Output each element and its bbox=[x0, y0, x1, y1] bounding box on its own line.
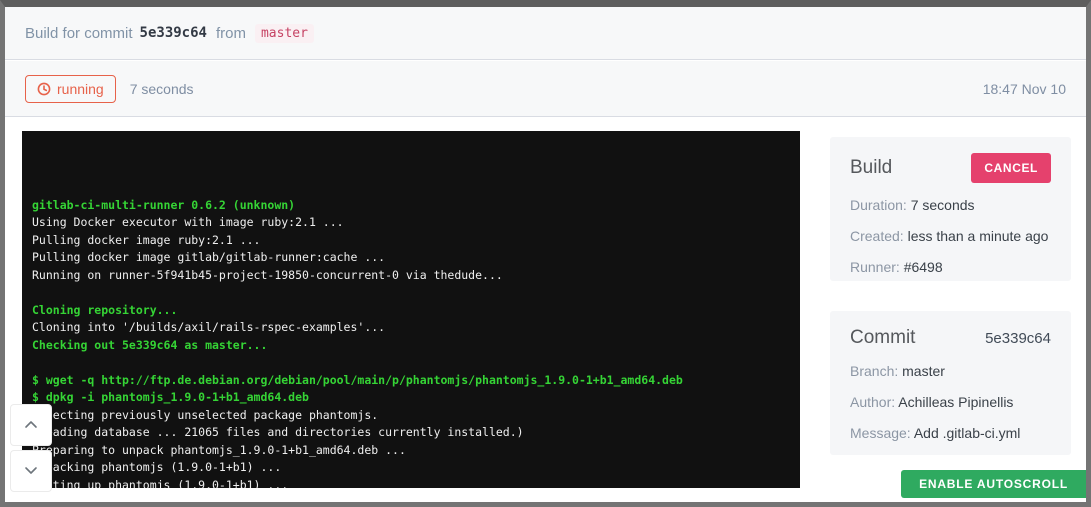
header-branch-link[interactable]: master bbox=[255, 24, 314, 43]
log-line: Unpacking phantomjs (1.9.0-1+b1) ... bbox=[32, 459, 790, 477]
build-page-window: Build for commit 5e339c64 from master ru… bbox=[0, 0, 1091, 507]
log-line: Cloning repository... bbox=[32, 302, 790, 320]
header-commit-sha-link[interactable]: 5e339c64 bbox=[140, 25, 207, 41]
status-bar: running 7 seconds 18:47 Nov 10 bbox=[5, 61, 1086, 117]
build-panel-title: Build bbox=[850, 157, 892, 179]
build-duration-row: Duration: 7 seconds bbox=[850, 196, 1051, 215]
status-duration: 7 seconds bbox=[130, 81, 194, 97]
cancel-build-button[interactable]: CANCEL bbox=[971, 153, 1051, 183]
log-line: Using Docker executor with image ruby:2.… bbox=[32, 214, 790, 232]
build-title-prefix: Build for commit bbox=[25, 25, 133, 42]
build-header: Build for commit 5e339c64 from master bbox=[5, 7, 1086, 60]
log-line: Running on runner-5f941b45-project-19850… bbox=[32, 267, 790, 285]
status-badge: running bbox=[25, 75, 116, 103]
commit-branch-row: Branch: master bbox=[850, 362, 1051, 381]
log-line: Preparing to unpack phantomjs_1.9.0-1+b1… bbox=[32, 442, 790, 460]
commit-sha-link[interactable]: 5e339c64 bbox=[985, 330, 1051, 347]
build-created-row: Created: less than a minute ago bbox=[850, 227, 1051, 246]
log-line: Checking out 5e339c64 as master... bbox=[32, 337, 790, 355]
build-runner-row: Runner: #6498 bbox=[850, 258, 1051, 277]
commit-message-row: Message: Add .gitlab-ci.yml bbox=[850, 424, 1051, 443]
log-line: Pulling docker image gitlab/gitlab-runne… bbox=[32, 249, 790, 267]
status-timestamp: 18:47 Nov 10 bbox=[983, 81, 1066, 97]
enable-autoscroll-button[interactable]: ENABLE AUTOSCROLL bbox=[901, 470, 1086, 498]
build-log-terminal[interactable]: gitlab-ci-multi-runner 0.6.2 (unknown)Us… bbox=[22, 131, 800, 488]
build-panel: Build CANCEL Duration: 7 seconds Created… bbox=[830, 137, 1071, 281]
log-line: Cloning into '/builds/axil/rails-rspec-e… bbox=[32, 319, 790, 337]
log-line bbox=[32, 284, 790, 302]
scroll-to-top-button[interactable] bbox=[10, 404, 52, 446]
log-line: $ dpkg -i phantomjs_1.9.0-1+b1_amd64.deb bbox=[32, 389, 790, 407]
scroll-to-bottom-button[interactable] bbox=[10, 450, 52, 492]
chevron-down-icon bbox=[24, 462, 38, 480]
log-line: Setting up phantomjs (1.9.0-1+b1) ... bbox=[32, 477, 790, 489]
commit-panel: Commit 5e339c64 Branch: master Author: A… bbox=[830, 311, 1071, 455]
log-line bbox=[32, 354, 790, 372]
commit-author-row: Author: Achilleas Pipinellis bbox=[850, 393, 1051, 412]
clock-icon bbox=[37, 82, 51, 96]
log-line: (Reading database ... 21065 files and di… bbox=[32, 424, 790, 442]
log-line: $ wget -q http://ftp.de.debian.org/debia… bbox=[32, 372, 790, 390]
log-line: Pulling docker image ruby:2.1 ... bbox=[32, 232, 790, 250]
log-line: Selecting previously unselected package … bbox=[32, 407, 790, 425]
commit-panel-title: Commit bbox=[850, 327, 915, 349]
status-label: running bbox=[57, 81, 104, 97]
build-page: Build for commit 5e339c64 from master ru… bbox=[5, 7, 1086, 502]
log-line: gitlab-ci-multi-runner 0.6.2 (unknown) bbox=[32, 197, 790, 215]
chevron-up-icon bbox=[24, 416, 38, 434]
build-title-from: from bbox=[216, 25, 246, 42]
